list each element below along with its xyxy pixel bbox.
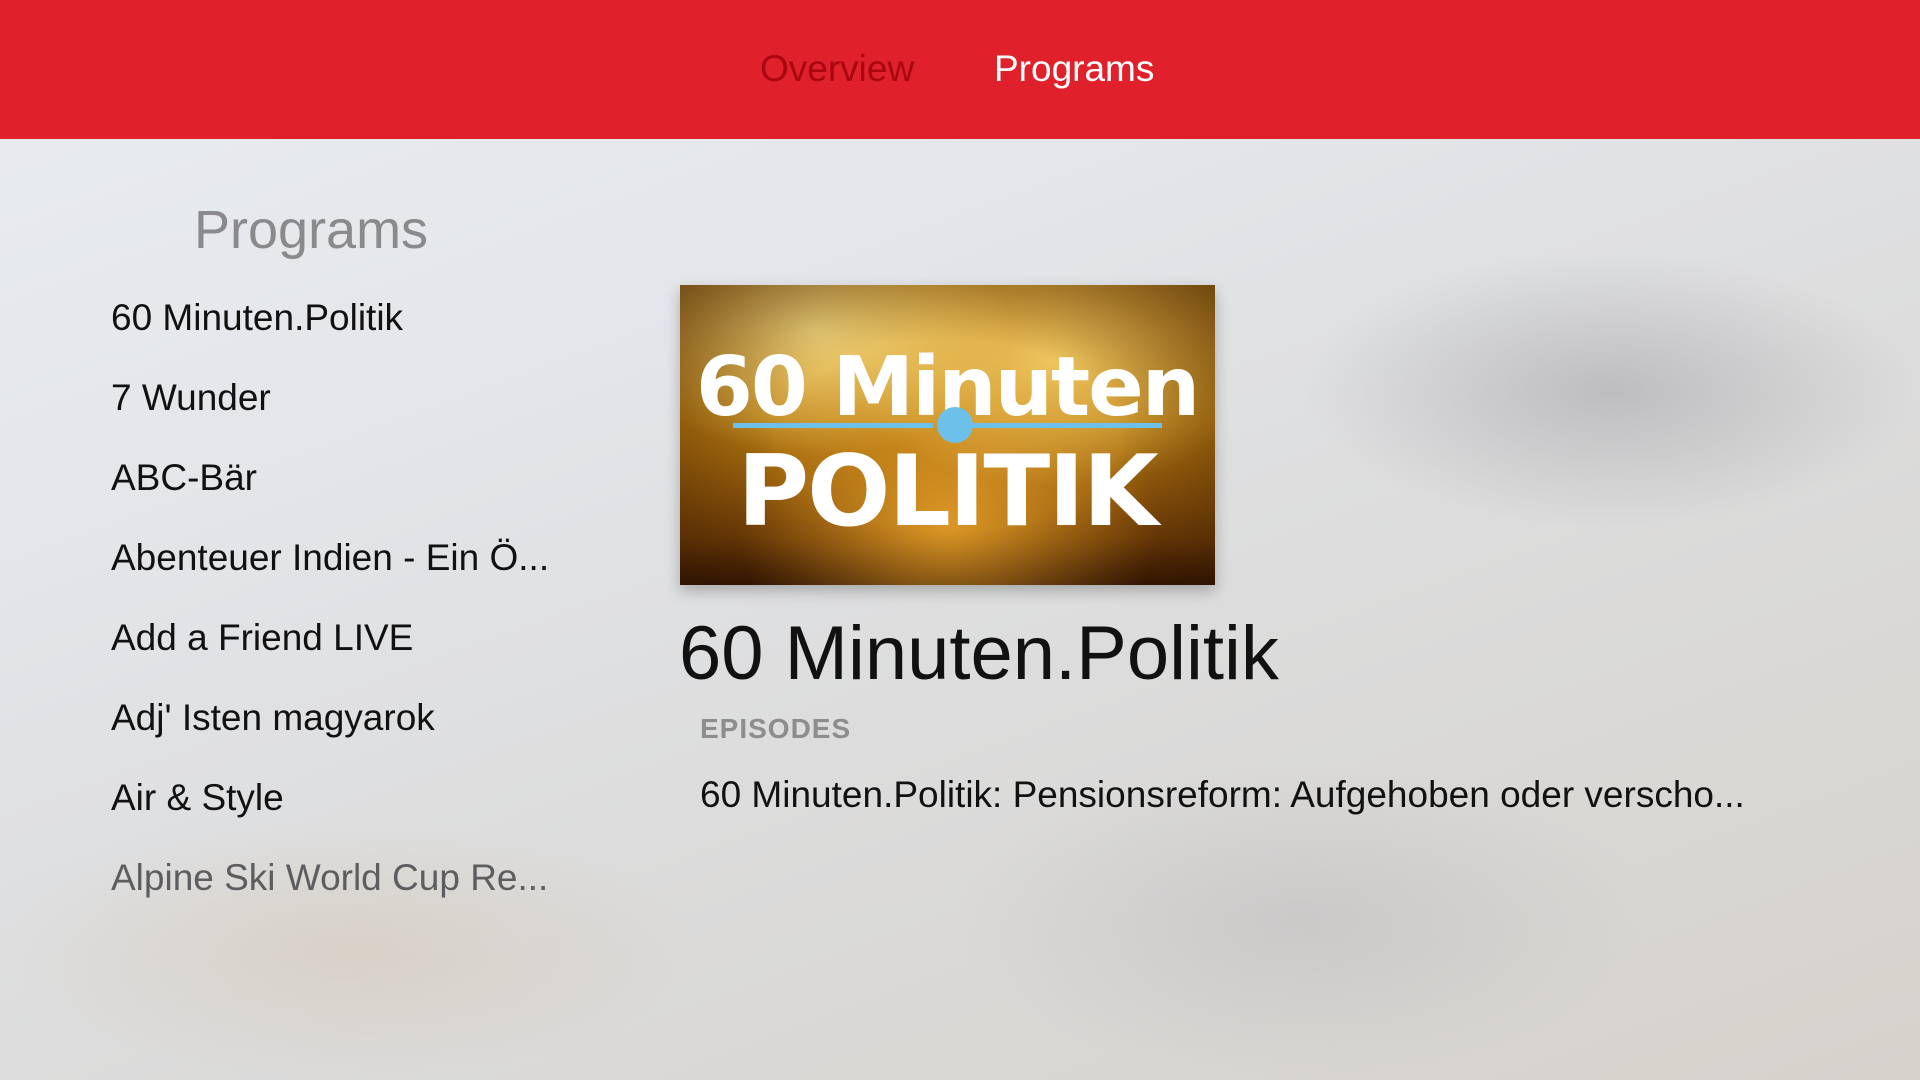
- program-item[interactable]: ABC-Bär: [111, 450, 549, 530]
- tab-programs[interactable]: Programs: [994, 47, 1154, 91]
- background-blur: [1300, 250, 1920, 530]
- artwork-logo: 60 Minuten POLITIK: [696, 340, 1200, 549]
- tab-overview[interactable]: Overview: [760, 47, 914, 91]
- program-item[interactable]: Add a Friend LIVE: [111, 610, 549, 690]
- program-list: 60 Minuten.Politik 7 Wunder ABC-Bär Aben…: [111, 290, 549, 930]
- program-item[interactable]: 60 Minuten.Politik: [111, 290, 549, 370]
- artwork-rule-right: [962, 423, 1162, 428]
- program-item[interactable]: Adj' Isten magyarok: [111, 690, 549, 770]
- program-artwork[interactable]: 60 Minuten POLITIK: [680, 285, 1215, 585]
- sidebar-title: Programs: [194, 200, 429, 260]
- program-item[interactable]: Air & Style: [111, 770, 549, 850]
- top-tab-bar: Overview Programs: [0, 0, 1920, 139]
- program-title: 60 Minuten.Politik: [679, 611, 1279, 696]
- episodes-label: EPISODES: [700, 713, 852, 744]
- program-item[interactable]: 7 Wunder: [111, 370, 549, 450]
- artwork-rule-left: [733, 423, 933, 428]
- artwork-line2: POLITIK: [737, 435, 1161, 549]
- program-item[interactable]: Abenteuer Indien - Ein Ö...: [111, 530, 549, 610]
- episode-item[interactable]: 60 Minuten.Politik: Pensionsreform: Aufg…: [700, 773, 1745, 817]
- program-item[interactable]: Alpine Ski World Cup Re...: [111, 850, 549, 930]
